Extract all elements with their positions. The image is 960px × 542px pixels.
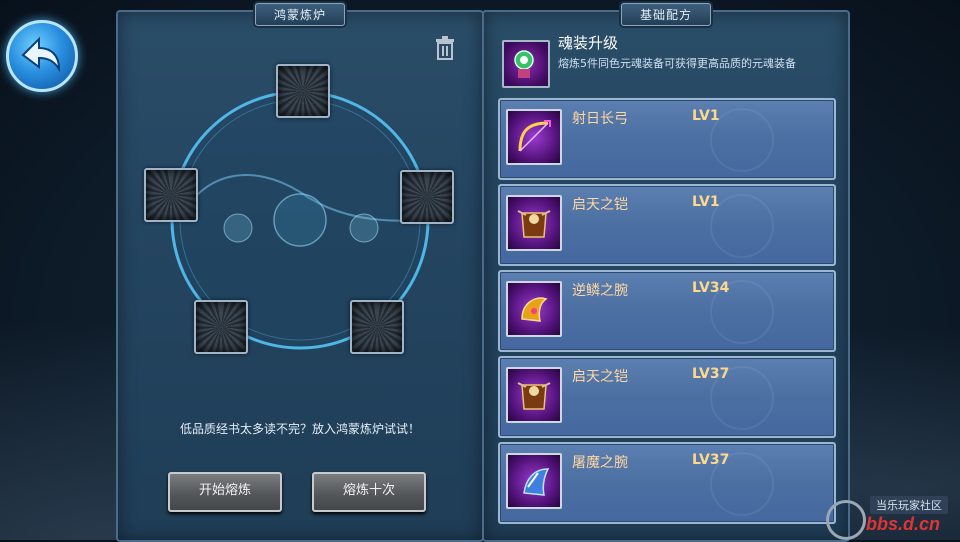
- recipe-item[interactable]: 射日长弓 LV1: [498, 98, 836, 180]
- wheel-watermark-icon: [710, 108, 774, 172]
- bow-icon: [506, 109, 562, 165]
- item-name: 逆鳞之腕: [572, 283, 628, 299]
- site-watermark: 当乐玩家社区 bbs.d.cn: [822, 496, 960, 540]
- recipe-item[interactable]: 启天之铠 LV1: [498, 184, 836, 266]
- furnace-slot-right[interactable]: [400, 170, 454, 224]
- start-smelt-button[interactable]: 开始熔炼: [168, 472, 282, 512]
- back-button[interactable]: [6, 20, 78, 92]
- wheel-watermark-icon: [710, 194, 774, 258]
- wheel-watermark-icon: [710, 366, 774, 430]
- furnace-hint: 低品质经书太多读不完？放入鸿蒙炼炉试试！: [179, 422, 420, 436]
- recipe-item[interactable]: 启天之铠 LV37: [498, 356, 836, 438]
- recipe-item[interactable]: 逆鳞之腕 LV34: [498, 270, 836, 352]
- bracer-icon: [506, 453, 562, 509]
- soul-equip-icon: [502, 40, 550, 88]
- item-name: 射日长弓: [572, 111, 628, 127]
- recipe-description: 熔炼5件同色元魂装备可获得更高品质的元魂装备: [558, 57, 796, 70]
- item-name: 启天之铠: [572, 369, 628, 385]
- armor-icon: [506, 367, 562, 423]
- site-logo-icon: [826, 500, 866, 540]
- item-name: 启天之铠: [572, 197, 628, 213]
- furnace-slot-left[interactable]: [144, 168, 198, 222]
- item-name: 屠魔之腕: [572, 455, 628, 471]
- recipe-panel: 基础配方 魂装升级 熔炼5件同色元魂装备可获得更高品质的元魂装备 射日长弓 LV…: [482, 3, 850, 542]
- armor-icon: [506, 195, 562, 251]
- smelt-ten-button[interactable]: 熔炼十次: [312, 472, 426, 512]
- furnace-panel-title: 鸿蒙炼炉: [254, 3, 346, 26]
- furnace-panel: 鸿蒙炼炉 低品质经书太多读不完？放入鸿蒙炼炉试试！ 开始熔炼 熔炼十次: [116, 3, 484, 542]
- wheel-watermark-icon: [710, 280, 774, 344]
- furnace-slot-top[interactable]: [276, 64, 330, 118]
- bracer-icon: [506, 281, 562, 337]
- furnace-slot-bottom-left[interactable]: [194, 300, 248, 354]
- watermark-bottom: bbs.d.cn: [866, 514, 941, 534]
- recipe-item[interactable]: 屠魔之腕 LV37: [498, 442, 836, 524]
- wheel-watermark-icon: [710, 452, 774, 516]
- furnace-slot-bottom-right[interactable]: [350, 300, 404, 354]
- trash-icon[interactable]: [434, 36, 456, 60]
- back-arrow-icon: [21, 36, 61, 73]
- recipe-panel-title: 基础配方: [620, 3, 712, 26]
- recipe-list: 射日长弓 LV1 启天之铠 LV1 逆鳞之腕 LV34 启天之铠 LV37 屠魔…: [498, 98, 836, 528]
- recipe-title: 魂装升级: [558, 34, 619, 52]
- watermark-top: 当乐玩家社区: [870, 496, 948, 514]
